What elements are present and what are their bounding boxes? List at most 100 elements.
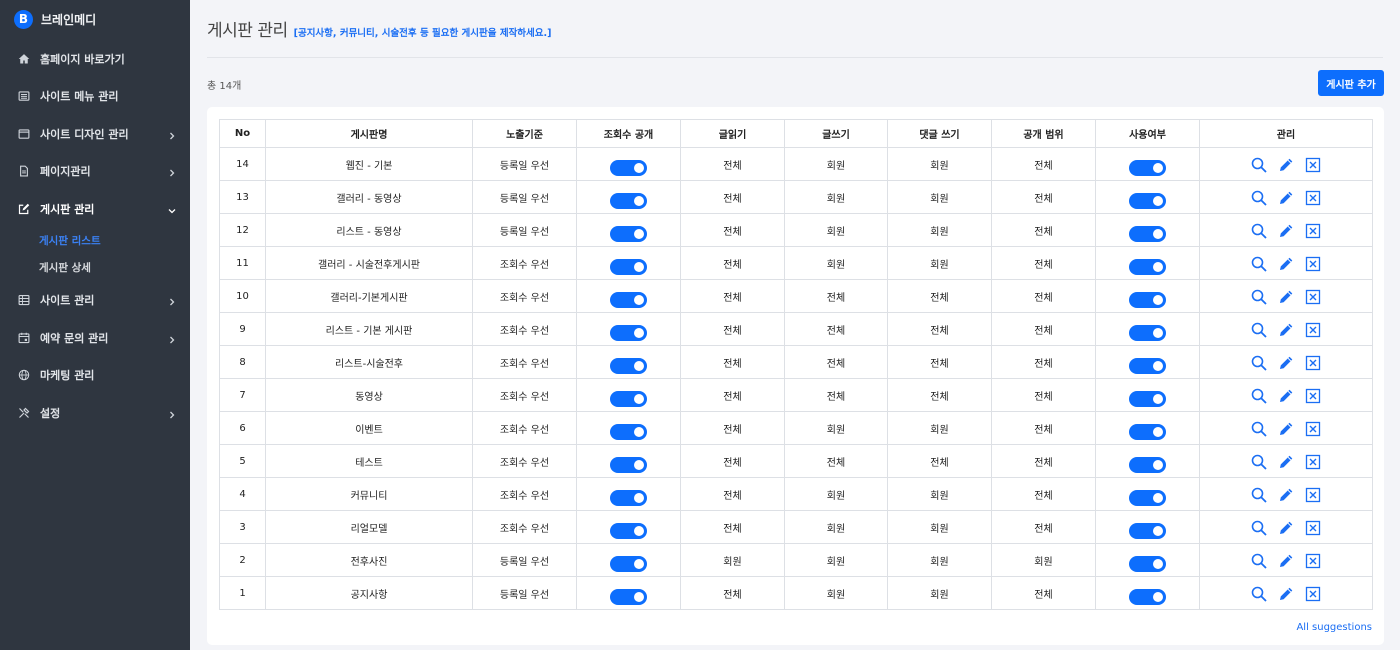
view-button[interactable] xyxy=(1251,157,1267,173)
delete-button[interactable] xyxy=(1305,355,1321,371)
edit-button[interactable] xyxy=(1278,190,1294,206)
sidebar-item-home[interactable]: 홈페이지 바로가기 xyxy=(0,40,190,78)
view-button[interactable] xyxy=(1251,355,1267,371)
toggle-knob xyxy=(1153,459,1163,470)
view-button[interactable] xyxy=(1251,553,1267,569)
view-count-public-toggle[interactable] xyxy=(610,522,647,539)
usage-toggle[interactable] xyxy=(1129,225,1166,242)
view-count-public-toggle[interactable] xyxy=(610,291,647,308)
sidebar-item-calendar[interactable]: 예약 문의 관리 xyxy=(0,319,190,357)
write-permission: 전체 xyxy=(784,345,888,379)
toggle-knob xyxy=(1153,162,1163,173)
delete-button[interactable] xyxy=(1305,223,1321,239)
usage-toggle[interactable] xyxy=(1129,291,1166,308)
add-board-button[interactable]: 게시판 추가 xyxy=(1318,70,1384,96)
view-button[interactable] xyxy=(1251,190,1267,206)
delete-button[interactable] xyxy=(1305,322,1321,338)
delete-button[interactable] xyxy=(1305,454,1321,470)
delete-button[interactable] xyxy=(1305,256,1321,272)
sidebar-item-globe[interactable]: 마케팅 관리 xyxy=(0,357,190,395)
all-suggestions-link[interactable]: All suggestions xyxy=(1296,622,1372,633)
delete-button[interactable] xyxy=(1305,520,1321,536)
edit-button[interactable] xyxy=(1278,388,1294,404)
view-count-public-toggle[interactable] xyxy=(610,555,647,572)
view-button[interactable] xyxy=(1251,256,1267,272)
delete-button[interactable] xyxy=(1305,553,1321,569)
sidebar-item-grid[interactable]: 사이트 관리 xyxy=(0,282,190,320)
usage-toggle[interactable] xyxy=(1129,357,1166,374)
edit-button[interactable] xyxy=(1278,157,1294,173)
brand[interactable]: B 브레인메디 xyxy=(0,0,190,38)
edit-button[interactable] xyxy=(1278,223,1294,239)
search-icon xyxy=(1251,355,1267,371)
usage-toggle[interactable] xyxy=(1129,522,1166,539)
view-count-public-cell xyxy=(576,411,681,445)
usage-toggle[interactable] xyxy=(1129,456,1166,473)
view-count-public-toggle[interactable] xyxy=(610,357,647,374)
view-button[interactable] xyxy=(1251,454,1267,470)
sidebar-item-edit[interactable]: 게시판 관리 xyxy=(0,190,190,228)
delete-button[interactable] xyxy=(1305,421,1321,437)
view-count-public-toggle[interactable] xyxy=(610,489,647,506)
view-button[interactable] xyxy=(1251,388,1267,404)
edit-button[interactable] xyxy=(1278,487,1294,503)
toggle-knob xyxy=(1153,591,1163,602)
view-button[interactable] xyxy=(1251,586,1267,602)
delete-button[interactable] xyxy=(1305,487,1321,503)
usage-toggle[interactable] xyxy=(1129,324,1166,341)
public-scope: 전체 xyxy=(991,477,1096,511)
actions-cell xyxy=(1199,576,1373,610)
usage-toggle[interactable] xyxy=(1129,588,1166,605)
view-count-public-toggle[interactable] xyxy=(610,423,647,440)
view-count-public-toggle[interactable] xyxy=(610,324,647,341)
delete-button[interactable] xyxy=(1305,190,1321,206)
row-number: 2 xyxy=(219,543,266,577)
usage-toggle[interactable] xyxy=(1129,258,1166,275)
usage-toggle[interactable] xyxy=(1129,192,1166,209)
edit-button[interactable] xyxy=(1278,256,1294,272)
view-count-public-toggle[interactable] xyxy=(610,192,647,209)
search-icon xyxy=(1251,289,1267,305)
edit-button[interactable] xyxy=(1278,421,1294,437)
view-count-public-toggle[interactable] xyxy=(610,258,647,275)
submenu-board-detail[interactable]: 게시판 상세 xyxy=(0,255,190,282)
edit-button[interactable] xyxy=(1278,454,1294,470)
edit-button[interactable] xyxy=(1278,520,1294,536)
edit-button[interactable] xyxy=(1278,553,1294,569)
usage-toggle[interactable] xyxy=(1129,489,1166,506)
write-permission: 회원 xyxy=(784,510,888,544)
delete-button[interactable] xyxy=(1305,586,1321,602)
view-button[interactable] xyxy=(1251,421,1267,437)
sidebar-item-window[interactable]: 사이트 디자인 관리 xyxy=(0,115,190,153)
usage-toggle[interactable] xyxy=(1129,390,1166,407)
view-button[interactable] xyxy=(1251,487,1267,503)
view-count-public-toggle[interactable] xyxy=(610,588,647,605)
edit-button[interactable] xyxy=(1278,355,1294,371)
close-box-icon xyxy=(1305,289,1321,305)
edit-button[interactable] xyxy=(1278,586,1294,602)
sidebar-item-list[interactable]: 사이트 메뉴 관리 xyxy=(0,78,190,116)
read-permission: 전체 xyxy=(680,477,785,511)
edit-button[interactable] xyxy=(1278,289,1294,305)
delete-button[interactable] xyxy=(1305,388,1321,404)
usage-toggle[interactable] xyxy=(1129,423,1166,440)
usage-toggle[interactable] xyxy=(1129,555,1166,572)
view-count-public-toggle[interactable] xyxy=(610,456,647,473)
sidebar-item-tools[interactable]: 설정 xyxy=(0,394,190,432)
submenu-board-list[interactable]: 게시판 리스트 xyxy=(0,228,190,255)
delete-button[interactable] xyxy=(1305,157,1321,173)
usage-toggle[interactable] xyxy=(1129,159,1166,176)
view-count-public-toggle[interactable] xyxy=(610,159,647,176)
view-button[interactable] xyxy=(1251,223,1267,239)
edit-button[interactable] xyxy=(1278,322,1294,338)
delete-button[interactable] xyxy=(1305,289,1321,305)
view-count-public-toggle[interactable] xyxy=(610,225,647,242)
view-count-public-toggle[interactable] xyxy=(610,390,647,407)
usage-cell xyxy=(1095,411,1200,445)
view-button[interactable] xyxy=(1251,520,1267,536)
toggle-knob xyxy=(1153,327,1163,338)
calendar-icon xyxy=(18,332,30,344)
view-button[interactable] xyxy=(1251,322,1267,338)
view-button[interactable] xyxy=(1251,289,1267,305)
sidebar-item-document[interactable]: 페이지관리 xyxy=(0,153,190,191)
